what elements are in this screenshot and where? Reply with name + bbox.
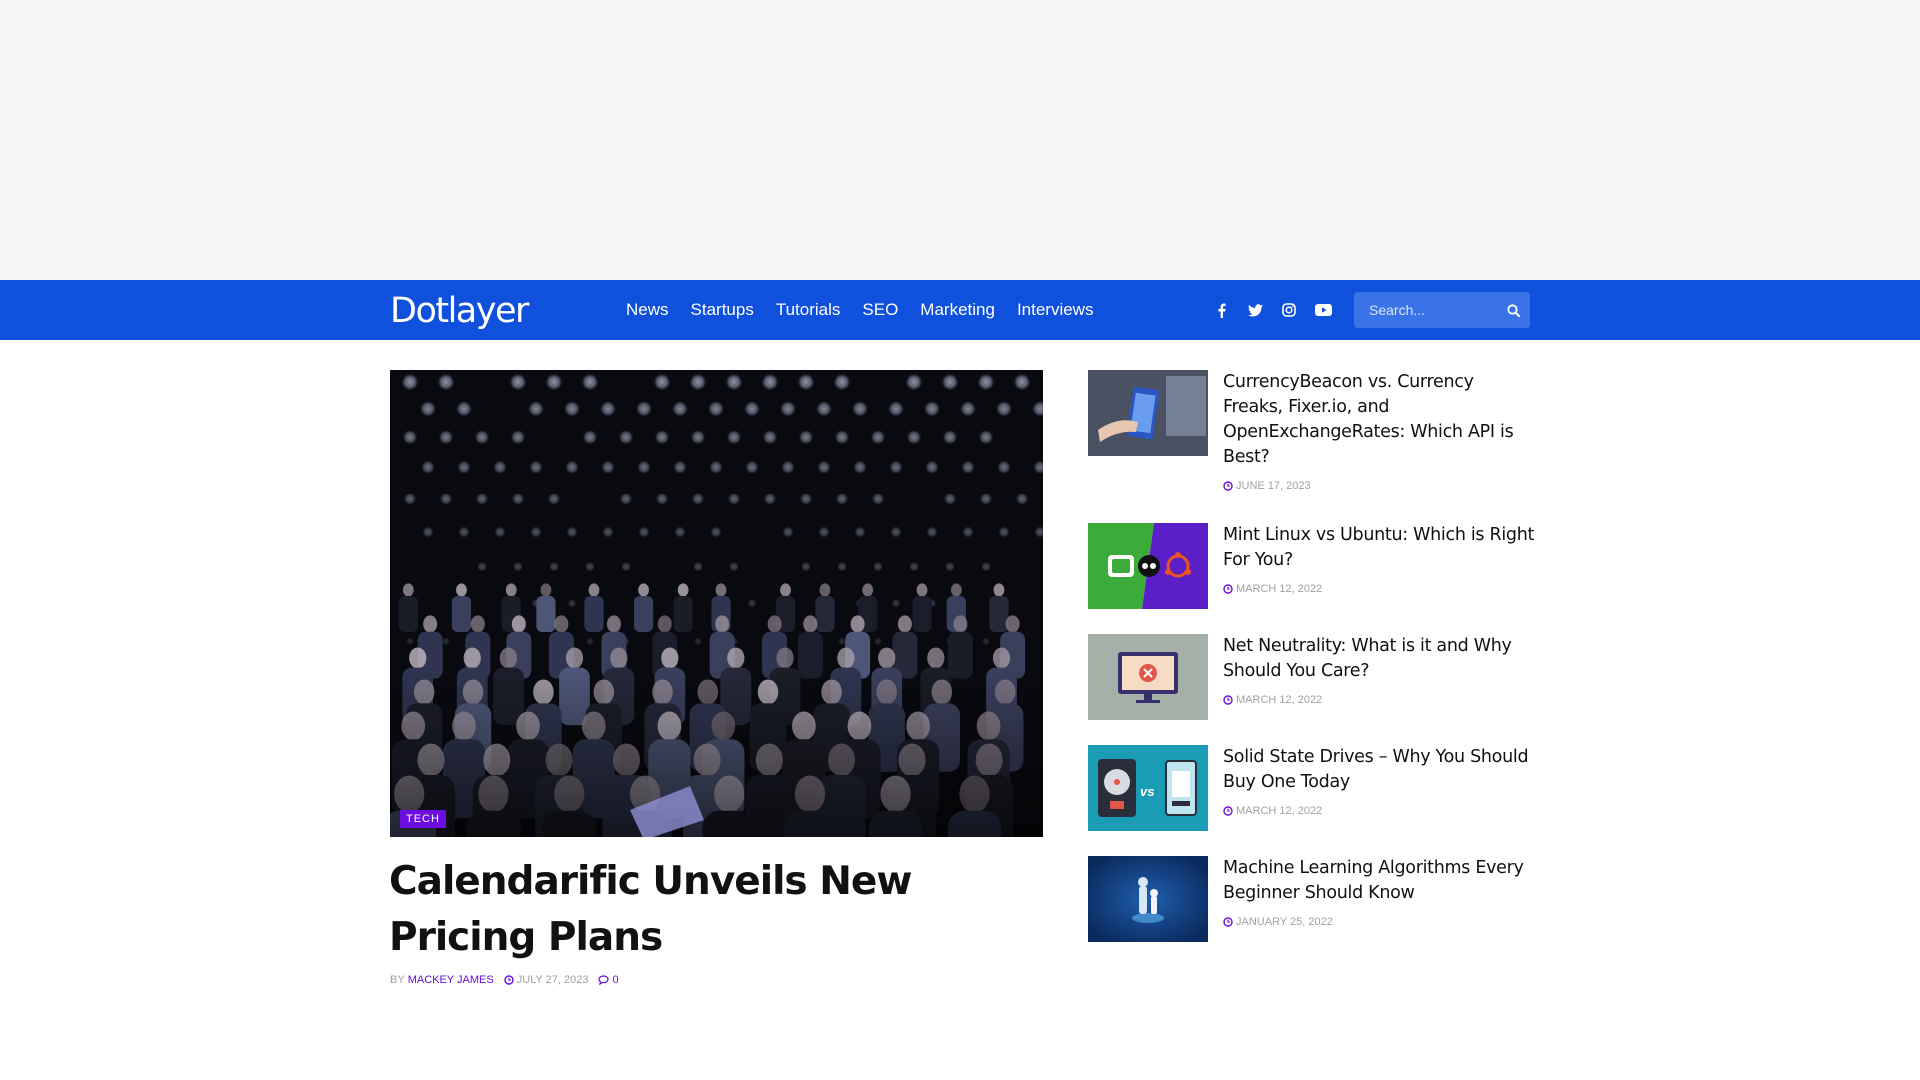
nav-item-interviews[interactable]: Interviews bbox=[1017, 296, 1094, 324]
post-date: MARCH 12, 2022 bbox=[1223, 805, 1322, 817]
vs-label: vs bbox=[1140, 784, 1154, 799]
social-links bbox=[1204, 298, 1340, 322]
nav-item-seo[interactable]: SEO bbox=[862, 296, 898, 324]
comment-count: 0 bbox=[612, 974, 619, 986]
featured-image-audience[interactable] bbox=[390, 370, 1043, 837]
post-date: JUNE 17, 2023 bbox=[1223, 480, 1311, 492]
clock-icon bbox=[1223, 917, 1233, 927]
post-title[interactable]: CurrencyBeacon vs. Currency Freaks, Fixe… bbox=[1223, 370, 1535, 470]
featured-meta: BY MACKEY JAMES JULY 27, 2023 0 bbox=[390, 974, 619, 986]
post-thumbnail-net-neutrality[interactable] bbox=[1088, 634, 1208, 720]
featured-date: JULY 27, 2023 bbox=[503, 974, 589, 986]
site-logo[interactable]: Dotlayer bbox=[390, 291, 529, 331]
main-menu: News Startups Tutorials SEO Marketing In… bbox=[626, 296, 1115, 324]
post-thumbnail-ssd[interactable]: vs bbox=[1088, 745, 1208, 831]
nav-item-startups[interactable]: Startups bbox=[691, 296, 754, 324]
clock-icon bbox=[503, 975, 514, 985]
by-label: BY bbox=[390, 974, 405, 986]
youtube-icon[interactable] bbox=[1306, 298, 1340, 322]
post-title[interactable]: Solid State Drives – Why You Should Buy … bbox=[1223, 745, 1535, 795]
facebook-icon[interactable] bbox=[1204, 298, 1238, 322]
comment-icon bbox=[598, 975, 610, 985]
search-box bbox=[1354, 292, 1530, 328]
post-date: MARCH 12, 2022 bbox=[1223, 583, 1322, 595]
post-date-text: JUNE 17, 2023 bbox=[1236, 480, 1311, 492]
post-thumbnail-machine-learning[interactable] bbox=[1088, 856, 1208, 942]
search-input[interactable] bbox=[1354, 292, 1494, 328]
category-badge[interactable]: TECH bbox=[400, 810, 446, 828]
nav-item-marketing[interactable]: Marketing bbox=[920, 296, 995, 324]
nav-item-tutorials[interactable]: Tutorials bbox=[776, 296, 841, 324]
comments-link[interactable]: 0 bbox=[598, 974, 619, 986]
post-date-text: MARCH 12, 2022 bbox=[1236, 583, 1323, 595]
post-date-text: JANUARY 25, 2022 bbox=[1236, 916, 1333, 928]
clock-icon bbox=[1223, 584, 1233, 594]
post-date-text: MARCH 12, 2022 bbox=[1236, 694, 1323, 706]
twitter-icon[interactable] bbox=[1238, 298, 1272, 322]
search-icon[interactable] bbox=[1504, 301, 1522, 319]
post-title[interactable]: Machine Learning Algorithms Every Beginn… bbox=[1223, 856, 1535, 906]
author-link[interactable]: MACKEY JAMES bbox=[408, 974, 494, 986]
post-date-text: MARCH 12, 2022 bbox=[1236, 805, 1323, 817]
post-thumbnail-api[interactable] bbox=[1088, 370, 1208, 456]
post-date: MARCH 12, 2022 bbox=[1223, 694, 1322, 706]
advertisement-area bbox=[0, 0, 1920, 280]
post-date: JANUARY 25, 2022 bbox=[1223, 916, 1333, 928]
instagram-icon[interactable] bbox=[1272, 298, 1306, 322]
clock-icon bbox=[1223, 806, 1233, 816]
post-title[interactable]: Mint Linux vs Ubuntu: Which is Right For… bbox=[1223, 523, 1535, 573]
clock-icon bbox=[1223, 481, 1233, 491]
post-title[interactable]: Net Neutrality: What is it and Why Shoul… bbox=[1223, 634, 1535, 684]
featured-title[interactable]: Calendarific Unveils New Pricing Plans bbox=[389, 854, 1049, 966]
clock-icon bbox=[1223, 695, 1233, 705]
post-thumbnail-linux[interactable] bbox=[1088, 523, 1208, 609]
featured-date-text: JULY 27, 2023 bbox=[516, 974, 589, 986]
nav-item-news[interactable]: News bbox=[626, 296, 669, 324]
